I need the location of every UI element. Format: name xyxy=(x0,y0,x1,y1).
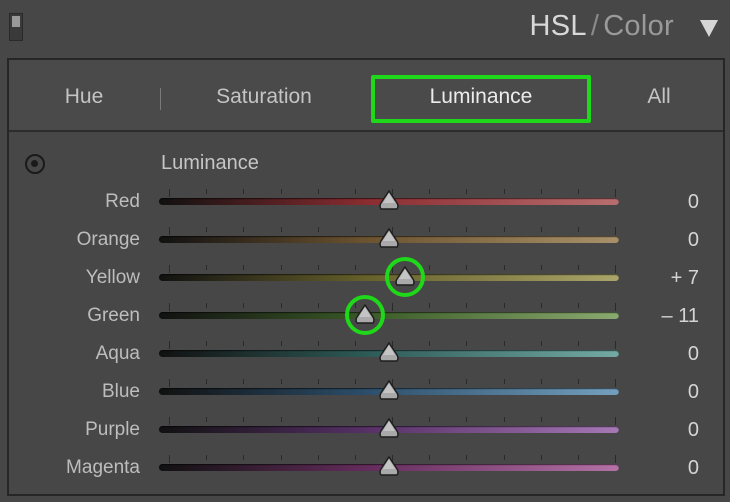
slider-thumb-purple[interactable] xyxy=(378,418,400,442)
slider-label-blue: Blue xyxy=(101,381,140,402)
tab-hue[interactable]: Hue xyxy=(19,60,149,130)
slider-row-yellow: Yellow + 7 xyxy=(9,257,723,299)
tab-bar: Hue Saturation Luminance All xyxy=(9,60,723,132)
slider-label-green: Green xyxy=(87,305,140,326)
slider-thumb-blue[interactable] xyxy=(378,380,400,404)
tab-all[interactable]: All xyxy=(609,60,709,130)
title-separator: / xyxy=(590,10,600,42)
tab-divider xyxy=(160,88,161,110)
slider-value-green[interactable]: – 11 xyxy=(662,305,699,328)
slider-row-magenta: Magenta 0 xyxy=(9,451,723,489)
panel-title[interactable]: HSL / Color xyxy=(530,10,675,43)
tab-saturation[interactable]: Saturation xyxy=(184,60,344,130)
title-hsl[interactable]: HSL xyxy=(530,10,587,42)
tab-highlight-box xyxy=(371,75,591,123)
slider-value-aqua[interactable]: 0 xyxy=(688,343,699,366)
slider-row-blue: Blue 0 xyxy=(9,375,723,413)
title-color[interactable]: Color xyxy=(603,10,674,42)
slider-row-purple: Purple 0 xyxy=(9,413,723,451)
slider-label-red: Red xyxy=(105,191,140,212)
slider-thumb-yellow[interactable] xyxy=(394,266,416,290)
targeted-adjustment-icon[interactable] xyxy=(25,154,45,174)
collapse-triangle-icon[interactable] xyxy=(700,20,718,37)
slider-row-red: Red 0 xyxy=(9,185,723,223)
slider-value-blue[interactable]: 0 xyxy=(688,381,699,404)
hsl-panel: Hue Saturation Luminance All Luminance R… xyxy=(7,58,725,496)
slider-value-yellow[interactable]: + 7 xyxy=(671,267,699,290)
slider-thumb-aqua[interactable] xyxy=(378,342,400,366)
slider-label-purple: Purple xyxy=(85,419,140,440)
slider-value-magenta[interactable]: 0 xyxy=(688,457,699,480)
slider-row-aqua: Aqua 0 xyxy=(9,337,723,375)
slider-value-orange[interactable]: 0 xyxy=(688,229,699,252)
slider-thumb-green[interactable] xyxy=(354,304,376,328)
slider-value-red[interactable]: 0 xyxy=(688,191,699,214)
slider-label-magenta: Magenta xyxy=(66,457,140,478)
slider-label-orange: Orange xyxy=(76,229,140,250)
section-title: Luminance xyxy=(161,152,259,174)
slider-track-green[interactable] xyxy=(159,312,619,319)
panel-header[interactable]: HSL / Color xyxy=(0,0,730,58)
slider-thumb-red[interactable] xyxy=(378,190,400,214)
slider-label-yellow: Yellow xyxy=(85,267,140,288)
slider-thumb-magenta[interactable] xyxy=(378,456,400,480)
slider-row-orange: Orange 0 xyxy=(9,223,723,261)
slider-value-purple[interactable]: 0 xyxy=(688,419,699,442)
slider-label-aqua: Aqua xyxy=(95,343,140,364)
slider-row-green: Green – 11 xyxy=(9,295,723,337)
panel-toggle-icon[interactable] xyxy=(9,13,23,41)
slider-thumb-orange[interactable] xyxy=(378,228,400,252)
slider-ticks xyxy=(169,303,616,311)
